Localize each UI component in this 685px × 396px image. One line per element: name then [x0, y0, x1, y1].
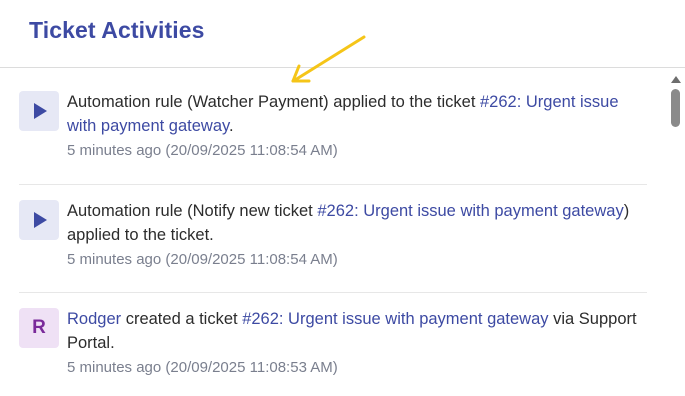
activity-item: Automation rule (Notify new ticket #262:…	[19, 185, 647, 293]
play-icon	[19, 200, 59, 240]
activity-item: Automation rule (Watcher Payment) applie…	[19, 69, 647, 185]
activity-text: Rodger created a ticket #262: Urgent iss…	[67, 307, 647, 355]
ticket-link[interactable]: #262: Urgent issue with payment gateway	[317, 202, 623, 220]
activity-timestamp: 5 minutes ago (20/09/2025 11:08:53 AM)	[67, 359, 338, 376]
user-avatar: R	[19, 308, 59, 348]
user-link[interactable]: Rodger	[67, 310, 121, 328]
ticket-link[interactable]: #262: Urgent issue with payment gateway	[242, 310, 548, 328]
play-icon	[19, 91, 59, 131]
avatar-letter: R	[32, 317, 46, 338]
activity-text: Automation rule (Notify new ticket #262:…	[67, 199, 647, 247]
ticket-activities-panel: Ticket Activities Automation rule (Watch…	[0, 0, 685, 396]
scroll-up-arrow-icon[interactable]	[671, 76, 681, 83]
activity-suffix: .	[229, 117, 234, 135]
activity-list: Automation rule (Watcher Payment) applie…	[0, 69, 660, 396]
activity-description: Automation rule (Notify new ticket	[67, 202, 318, 220]
scroll-thumb[interactable]	[671, 89, 680, 127]
activity-item: R Rodger created a ticket #262: Urgent i…	[19, 293, 647, 396]
activity-text: Automation rule (Watcher Payment) applie…	[67, 90, 647, 138]
vertical-scrollbar[interactable]	[668, 72, 682, 396]
activity-timestamp: 5 minutes ago (20/09/2025 11:08:54 AM)	[67, 251, 338, 268]
activity-description: Automation rule (Watcher Payment) applie…	[67, 93, 480, 111]
activity-description: created a ticket	[121, 310, 243, 328]
activity-timestamp: 5 minutes ago (20/09/2025 11:08:54 AM)	[67, 142, 338, 159]
